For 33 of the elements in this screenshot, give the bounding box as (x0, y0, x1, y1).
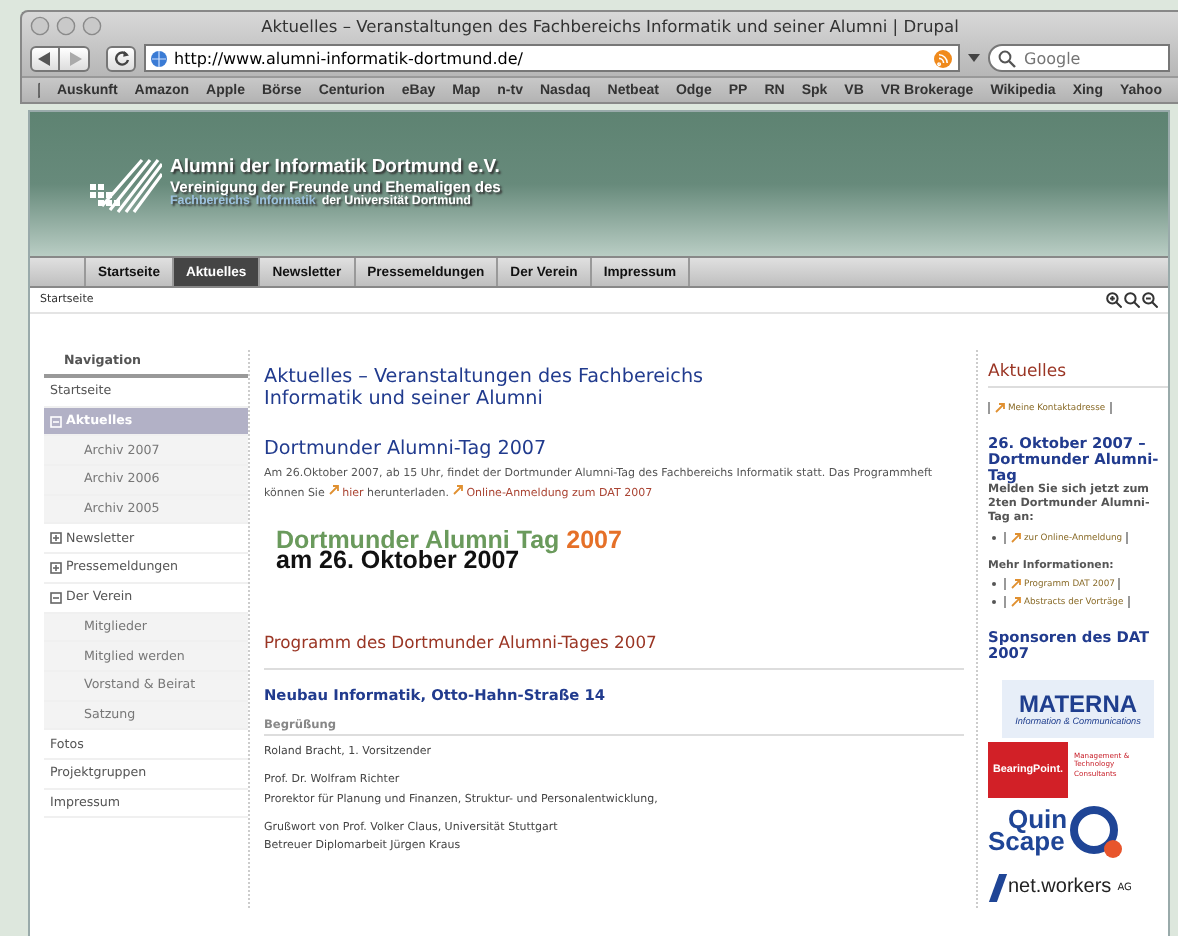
banner-date: am 26. Oktober 2007 (276, 550, 520, 572)
right-arrow-icon (67, 51, 81, 65)
link-arrow-icon (1010, 532, 1022, 545)
sponsor-logo[interactable]: Quin Scape (988, 799, 1168, 860)
reload-button[interactable] (106, 45, 136, 71)
banner-title: Dortmunder Alumni Tag 2007 (276, 529, 624, 551)
url-field[interactable]: http://www.alumni-informatik-dortmund.de/ (144, 44, 960, 72)
link-arrow-icon (994, 402, 1006, 414)
reload-icon (113, 50, 129, 66)
back-button[interactable] (30, 45, 60, 71)
expander-icon[interactable] (50, 532, 62, 545)
search-icon (998, 49, 1018, 67)
logo-icon (90, 158, 162, 214)
sidebar-title: Aktuelles (988, 362, 1168, 388)
expander-icon[interactable] (50, 561, 62, 574)
caret-icon[interactable] (968, 52, 980, 64)
search-field[interactable]: Google (988, 44, 1170, 72)
forward-button[interactable] (60, 45, 90, 71)
link-arrow-icon (1010, 578, 1022, 591)
zoom-reset-icon[interactable] (1124, 292, 1140, 308)
globe-icon (150, 49, 168, 67)
site-title: Alumni der Informatik Dortmund e.V. (170, 158, 501, 178)
zoom-out-icon[interactable] (1142, 292, 1158, 308)
window-title: Aktuelles – Veranstaltungen des Fachbereichs Informatik und seiner Alumni | Drupal (259, 16, 961, 36)
link-arrow-icon (1010, 596, 1022, 609)
zoom-in-icon[interactable] (1106, 292, 1122, 308)
link-arrow-icon (328, 484, 341, 497)
expander-icon[interactable] (50, 591, 62, 604)
article-title: Dortmunder Alumni-Tag 2007 (264, 438, 549, 461)
link-arrow-icon (452, 484, 465, 497)
program-title: Programm des Dortmunder Alumni-Tages 2007 (264, 632, 964, 670)
page-heading: Aktuelles – Veranstaltungen des Fachbereichs Informatik und seiner Alumni (264, 366, 706, 411)
left-arrow-icon (38, 51, 52, 65)
